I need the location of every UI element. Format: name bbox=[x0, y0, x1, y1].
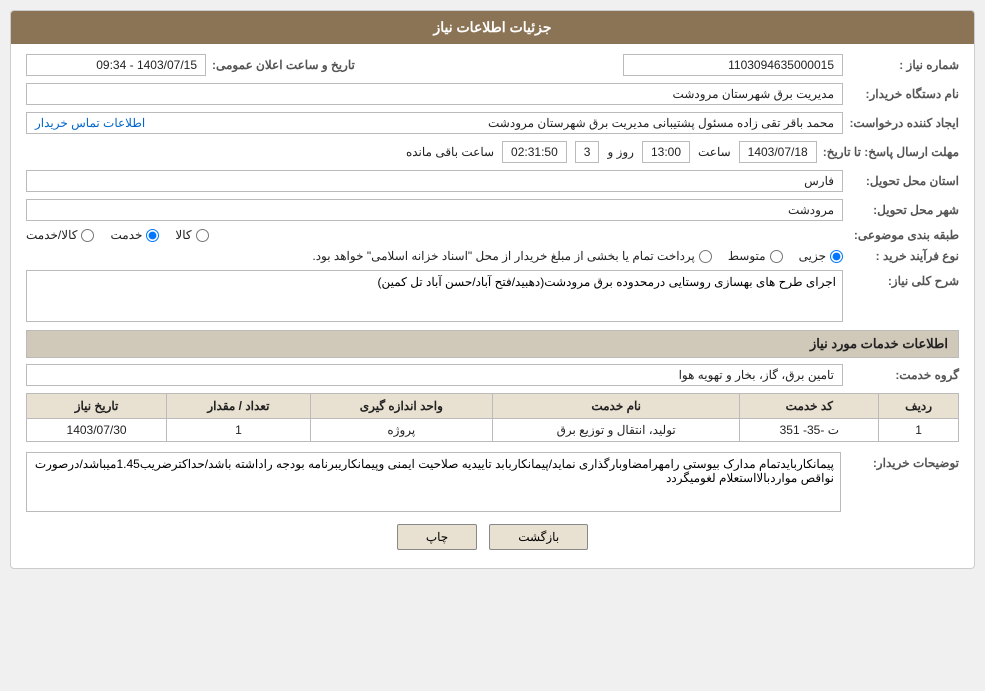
buyer-notes-label: توضیحات خریدار: bbox=[849, 452, 959, 512]
cell-unit: پروژه bbox=[310, 419, 492, 442]
col-name: نام خدمت bbox=[492, 394, 740, 419]
col-date: تاریخ نیاز bbox=[27, 394, 167, 419]
cell-code: ت -35- 351 bbox=[740, 419, 879, 442]
description-textarea[interactable] bbox=[26, 270, 843, 322]
services-section-header: اطلاعات خدمات مورد نیاز bbox=[26, 330, 959, 358]
category-label: طبقه بندی موضوعی: bbox=[849, 228, 959, 242]
print-button[interactable]: چاپ bbox=[397, 524, 477, 550]
category-khadamat[interactable]: خدمت bbox=[110, 228, 159, 242]
city-value: مرودشت bbox=[26, 199, 843, 221]
category-radio-group: کالا خدمت کالا/خدمت bbox=[26, 228, 843, 242]
category-kala[interactable]: کالا bbox=[175, 228, 208, 242]
deadline-remaining: 02:31:50 bbox=[502, 141, 567, 163]
deadline-date: 1403/07/18 bbox=[739, 141, 817, 163]
category-khadamat-label: خدمت bbox=[110, 228, 142, 242]
process-motavaset-label: متوسط bbox=[728, 249, 766, 263]
announce-label: تاریخ و ساعت اعلان عمومی: bbox=[212, 58, 355, 72]
announce-value: 1403/07/15 - 09:34 bbox=[26, 54, 206, 76]
cell-name: تولید، انتقال و توزیع برق bbox=[492, 419, 740, 442]
button-row: بازگشت چاپ bbox=[26, 524, 959, 550]
deadline-days-label: روز و bbox=[607, 145, 634, 159]
need-number-value: 1103094635000015 bbox=[623, 54, 843, 76]
services-table: ردیف کد خدمت نام خدمت واحد اندازه گیری ت… bbox=[26, 393, 959, 442]
cell-row: 1 bbox=[879, 419, 959, 442]
col-unit: واحد اندازه گیری bbox=[310, 394, 492, 419]
buyer-name-label: نام دستگاه خریدار: bbox=[849, 87, 959, 101]
back-button[interactable]: بازگشت bbox=[489, 524, 588, 550]
creator-link[interactable]: اطلاعات تماس خریدار bbox=[35, 116, 145, 130]
page-title: جزئیات اطلاعات نیاز bbox=[11, 11, 974, 44]
table-row: 1ت -35- 351تولید، انتقال و توزیع برقپروژ… bbox=[27, 419, 959, 442]
deadline-time-label: ساعت bbox=[698, 145, 731, 159]
deadline-days: 3 bbox=[575, 141, 600, 163]
category-kala-label: کالا bbox=[175, 228, 191, 242]
service-group-value: تامین برق، گاز، بخار و تهویه هوا bbox=[26, 364, 843, 386]
cell-date: 1403/07/30 bbox=[27, 419, 167, 442]
city-label: شهر محل تحویل: bbox=[849, 203, 959, 217]
category-kala-khadamat[interactable]: کالا/خدمت bbox=[26, 228, 94, 242]
col-code: کد خدمت bbox=[740, 394, 879, 419]
province-value: فارس bbox=[26, 170, 843, 192]
deadline-label: مهلت ارسال پاسخ: تا تاریخ: bbox=[823, 145, 959, 159]
buyer-notes-textarea[interactable] bbox=[26, 452, 841, 512]
process-esnad-label: پرداخت تمام یا بخشی از مبلغ خریدار از مح… bbox=[312, 249, 695, 263]
deadline-remaining-label: ساعت باقی مانده bbox=[406, 145, 494, 159]
description-label: شرح کلی نیاز: bbox=[849, 270, 959, 288]
creator-label: ایجاد کننده درخواست: bbox=[849, 116, 959, 130]
col-row: ردیف bbox=[879, 394, 959, 419]
process-esnad[interactable]: پرداخت تمام یا بخشی از مبلغ خریدار از مح… bbox=[312, 249, 712, 263]
buyer-name-value: مدیریت برق شهرستان مرودشت bbox=[26, 83, 843, 105]
process-jozi-label: جزیی bbox=[799, 249, 826, 263]
process-motavaset[interactable]: متوسط bbox=[728, 249, 783, 263]
process-label: نوع فرآیند خرید : bbox=[849, 249, 959, 263]
col-qty: تعداد / مقدار bbox=[167, 394, 311, 419]
need-number-label: شماره نیاز : bbox=[849, 58, 959, 72]
deadline-time: 13:00 bbox=[642, 141, 690, 163]
province-label: استان محل تحویل: bbox=[849, 174, 959, 188]
process-jozi[interactable]: جزیی bbox=[799, 249, 843, 263]
category-kala-khadamat-label: کالا/خدمت bbox=[26, 228, 77, 242]
creator-value: محمد باقر تقی زاده مسئول پشتیبانی مدیریت… bbox=[488, 116, 834, 130]
cell-qty: 1 bbox=[167, 419, 311, 442]
service-group-label: گروه خدمت: bbox=[849, 368, 959, 382]
